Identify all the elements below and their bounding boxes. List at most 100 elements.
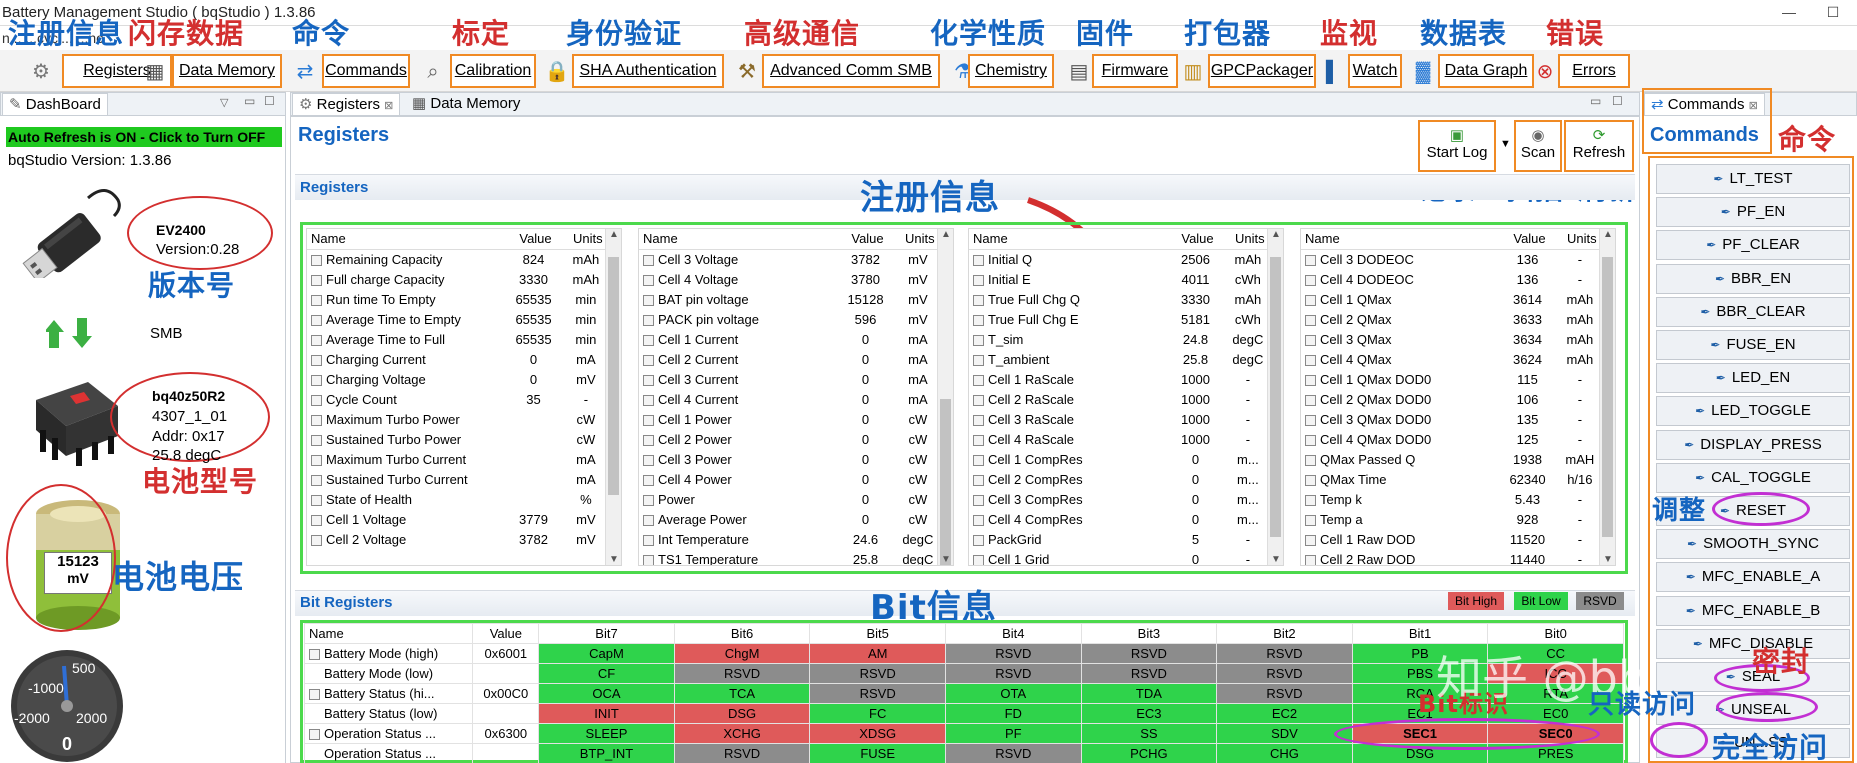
table-row[interactable]: Cell 2 Current 0 mA xyxy=(639,349,937,369)
row-checkbox[interactable] xyxy=(973,454,984,466)
bit-cell[interactable]: RSVD xyxy=(673,663,811,684)
row-checkbox[interactable] xyxy=(1305,434,1316,446)
bit-cell[interactable]: RSVD xyxy=(809,683,946,704)
command-bbr-en-button[interactable]: ✒ BBR_EN xyxy=(1656,263,1850,294)
table-row[interactable]: PACK pin voltage 596 mV xyxy=(639,309,937,329)
row-checkbox[interactable] xyxy=(643,454,654,466)
table-row[interactable]: Temp a 928 - xyxy=(1301,509,1599,529)
bit-cell[interactable]: RSVD xyxy=(1216,643,1353,664)
bit-cell[interactable]: RSVD xyxy=(944,743,1082,763)
table-row[interactable]: Cell 1 QMax 3614 mAh xyxy=(1301,289,1599,309)
row-checkbox[interactable] xyxy=(311,394,322,406)
table-row[interactable]: Cell 4 DODEOC 136 - xyxy=(1301,269,1599,289)
collapse-icon[interactable] xyxy=(309,729,320,741)
row-checkbox[interactable] xyxy=(973,274,984,286)
maximize-panel-icon[interactable]: ☐ xyxy=(1612,94,1623,108)
command-display-press-button[interactable]: ✒ DISPLAY_PRESS xyxy=(1656,429,1850,460)
table-row[interactable]: Cell 4 Current 0 mA xyxy=(639,389,937,409)
bit-cell[interactable]: FD xyxy=(944,703,1082,724)
table-row[interactable]: Cell 2 Power 0 cW xyxy=(639,429,937,449)
table-row[interactable]: Cell 1 Current 0 mA xyxy=(639,329,937,349)
row-checkbox[interactable] xyxy=(311,514,322,526)
table-row[interactable]: Initial Q 2506 mAh xyxy=(969,249,1267,269)
column-header[interactable]: Value xyxy=(1494,229,1561,250)
row-checkbox[interactable] xyxy=(973,554,984,565)
scroll-up-icon[interactable]: ▲ xyxy=(1600,229,1615,240)
row-checkbox[interactable] xyxy=(973,314,984,326)
collapse-icon[interactable] xyxy=(309,689,320,701)
row-checkbox[interactable] xyxy=(1305,334,1316,346)
row-checkbox[interactable] xyxy=(311,334,322,346)
column-header[interactable]: Value xyxy=(1162,229,1229,250)
command-pf-en-button[interactable]: ✒ PF_EN xyxy=(1656,197,1850,228)
toolbar-firmware-button[interactable]: Firmware xyxy=(1092,54,1178,88)
tab-dashboard[interactable]: ✎ DashBoard xyxy=(2,93,108,115)
row-checkbox[interactable] xyxy=(643,354,654,366)
row-checkbox[interactable] xyxy=(643,334,654,346)
row-checkbox[interactable] xyxy=(643,274,654,286)
row-checkbox[interactable] xyxy=(973,434,984,446)
row-checkbox[interactable] xyxy=(643,254,654,266)
row-checkbox[interactable] xyxy=(311,474,322,486)
table-row[interactable]: True Full Chg E 5181 cWh xyxy=(969,309,1267,329)
table-row[interactable]: Cell 3 Power 0 cW xyxy=(639,449,937,469)
row-checkbox[interactable] xyxy=(1305,314,1316,326)
row-checkbox[interactable] xyxy=(643,314,654,326)
row-checkbox[interactable] xyxy=(643,434,654,446)
table-row[interactable]: T_sim 24.8 degC xyxy=(969,329,1267,349)
row-checkbox[interactable] xyxy=(1305,354,1316,366)
table-row[interactable]: Cell 3 RaScale 1000 - xyxy=(969,409,1267,429)
row-checkbox[interactable] xyxy=(973,254,984,266)
close-icon[interactable]: ⊠ xyxy=(384,100,393,112)
column-header[interactable]: Units xyxy=(898,229,937,250)
table-row[interactable]: Cell 4 Power 0 cW xyxy=(639,469,937,489)
table-row[interactable]: Sustained Turbo Current mA xyxy=(307,469,605,489)
bit-cell[interactable]: EC3 xyxy=(1080,703,1218,724)
bit-cell[interactable]: FUSE xyxy=(809,743,946,763)
row-checkbox[interactable] xyxy=(973,534,984,546)
row-checkbox[interactable] xyxy=(643,514,654,526)
scroll-up-icon[interactable]: ▲ xyxy=(1268,229,1283,240)
row-checkbox[interactable] xyxy=(311,494,322,506)
row-checkbox[interactable] xyxy=(973,354,984,366)
scroll-down-icon[interactable]: ▼ xyxy=(1600,554,1615,565)
scroll-up-icon[interactable]: ▲ xyxy=(606,229,621,240)
row-checkbox[interactable] xyxy=(643,474,654,486)
row-checkbox[interactable] xyxy=(973,514,984,526)
vertical-scrollbar[interactable]: ▲ ▼ xyxy=(1267,229,1283,565)
refresh-button[interactable]: ⟳ Refresh xyxy=(1564,120,1634,172)
row-checkbox[interactable] xyxy=(311,374,322,386)
bit-cell[interactable]: SLEEP xyxy=(538,723,675,744)
bit-cell[interactable]: SDV xyxy=(1216,723,1353,744)
row-checkbox[interactable] xyxy=(973,374,984,386)
start-log-dropdown-icon[interactable]: ▼ xyxy=(1500,138,1511,150)
bit-cell[interactable]: PCHG xyxy=(1080,743,1218,763)
bit-register-row[interactable]: Battery Mode (low) CF RSVD RSVD RSVD RSVD RSVD… xyxy=(304,663,1624,684)
bit-cell[interactable]: DSG xyxy=(673,703,811,724)
table-row[interactable]: True Full Chg Q 3330 mAh xyxy=(969,289,1267,309)
row-checkbox[interactable] xyxy=(1305,274,1316,286)
row-checkbox[interactable] xyxy=(643,414,654,426)
bit-cell[interactable]: RSVD xyxy=(944,663,1082,684)
row-checkbox[interactable] xyxy=(973,414,984,426)
bit-cell[interactable]: OTA xyxy=(944,683,1082,704)
table-row[interactable]: Charging Voltage 0 mV xyxy=(307,369,605,389)
table-row[interactable]: Full charge Capacity 3330 mAh xyxy=(307,269,605,289)
table-row[interactable]: Average Time to Full 65535 min xyxy=(307,329,605,349)
table-row[interactable]: Cell 2 Voltage 3782 mV xyxy=(307,529,605,549)
vertical-scrollbar[interactable]: ▲ ▼ xyxy=(605,229,621,565)
row-checkbox[interactable] xyxy=(1305,474,1316,486)
table-row[interactable]: Power 0 cW xyxy=(639,489,937,509)
table-row[interactable]: Cell 4 CompRes 0 m... xyxy=(969,509,1267,529)
row-checkbox[interactable] xyxy=(643,294,654,306)
row-checkbox[interactable] xyxy=(1305,514,1316,526)
toolbar-errors-button[interactable]: Errors xyxy=(1558,54,1630,88)
toolbar-advanced-comm-smb-button[interactable]: Advanced Comm SMB xyxy=(762,54,940,88)
row-checkbox[interactable] xyxy=(1305,374,1316,386)
command-mfc-enable-a-button[interactable]: ✒ MFC_ENABLE_A xyxy=(1656,562,1850,593)
bit-register-row[interactable]: Battery Mode (high) 0x6001 CapM ChgM AM RSVD R… xyxy=(304,643,1624,664)
row-checkbox[interactable] xyxy=(1305,414,1316,426)
row-checkbox[interactable] xyxy=(973,294,984,306)
table-row[interactable]: Cell 1 RaScale 1000 - xyxy=(969,369,1267,389)
bit-cell[interactable]: TCA xyxy=(673,683,811,704)
